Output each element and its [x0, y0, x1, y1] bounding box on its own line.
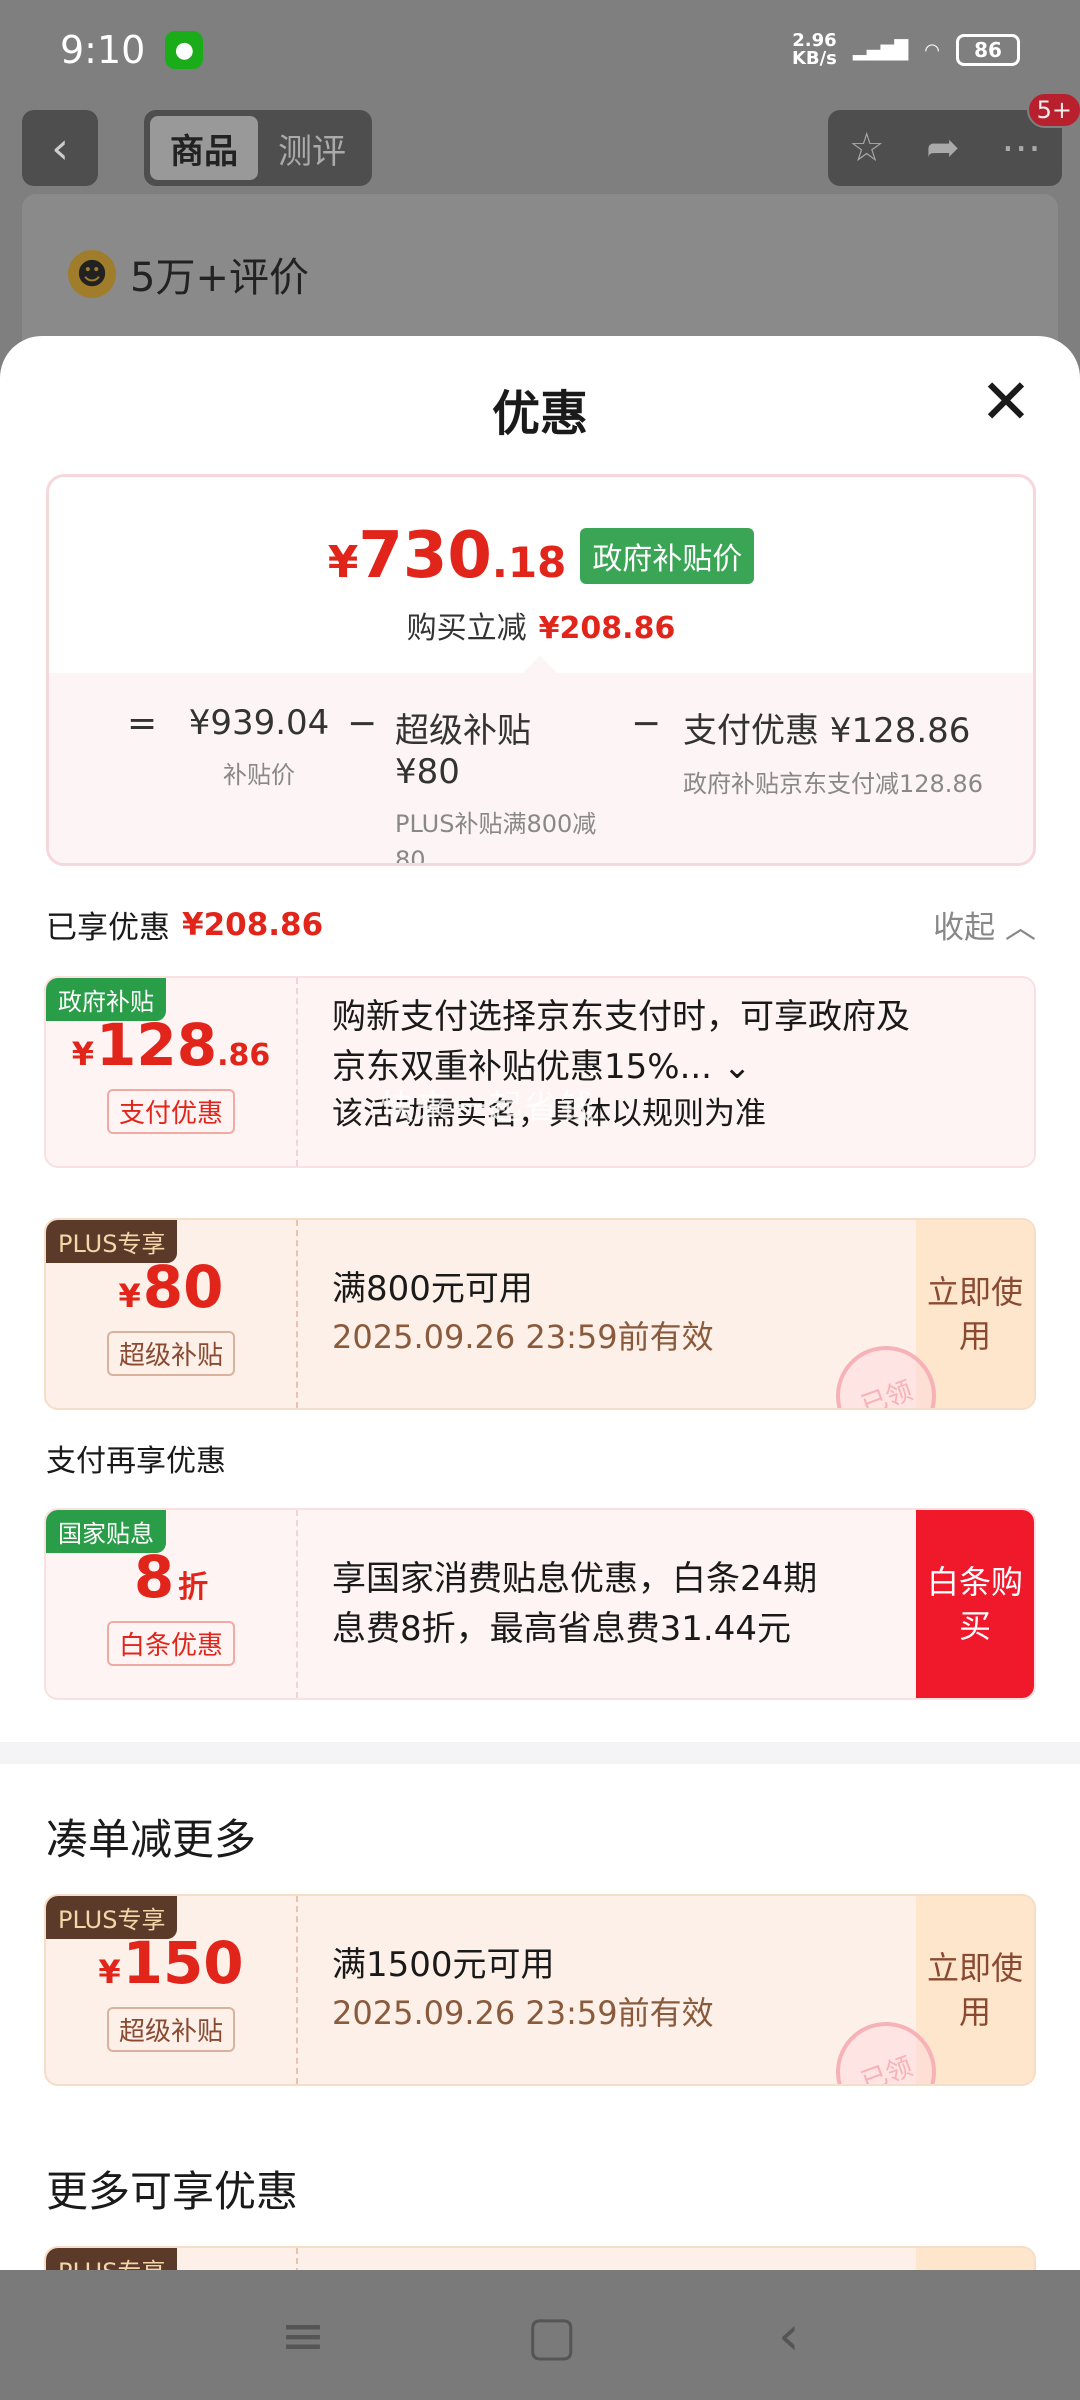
wechat-icon: ●: [165, 31, 204, 69]
enjoyed-discount-row: 已享优惠 ¥208.86 收起 ︿: [46, 902, 1036, 947]
tab-product[interactable]: 商品: [150, 116, 258, 180]
top-nav: ‹ 商品 测评 ☆ ➦ ⋯ 5+: [22, 92, 1080, 186]
message-badge: 5+: [1026, 92, 1080, 128]
formula-super-subsidy: 超级补贴 ¥80 PLUS补贴满800减80: [395, 711, 597, 866]
use-now-button[interactable]: 立即使用: [916, 1220, 1034, 1408]
close-button[interactable]: ✕: [978, 371, 1034, 433]
baitiao-buy-button[interactable]: 白条购买: [916, 1510, 1034, 1698]
use-now-button[interactable]: 立即使用: [916, 1896, 1034, 2084]
coupon-baitiao[interactable]: 国家贴息 8折 白条优惠 享国家消费贴息优惠，白条24期 息费8折，最高省息费3…: [44, 1508, 1036, 1700]
coupon-plus-partial[interactable]: PLUS专享: [44, 2246, 1036, 2270]
nav-actions: ☆ ➦ ⋯ 5+: [828, 92, 1080, 186]
coupon-type-label: 超级补贴: [106, 1330, 235, 1376]
formula-payment-discount: 支付优惠 ¥128.86 政府补贴京东支付减128.86: [683, 711, 983, 798]
tab-review[interactable]: 测评: [258, 116, 366, 180]
minus-sign: −: [631, 703, 662, 744]
back-button[interactable]: ‹: [22, 110, 98, 186]
wifi-icon: ◠: [924, 39, 940, 61]
star-icon[interactable]: ☆: [849, 125, 885, 171]
section-more-offers: 更多可享优惠: [46, 2167, 299, 2216]
coupon-tag: 政府补贴: [46, 978, 166, 1021]
coupon-gov-subsidy[interactable]: 政府补贴 ¥128.86 支付优惠 购新支付选择京东支付时，可享政府及 京东双重…: [44, 976, 1036, 1168]
more-icon[interactable]: ⋯: [1001, 125, 1041, 171]
status-icons: 2.96 KB/s ▂▄▆█ ◠ 86: [792, 32, 1020, 68]
coupon-type-label: 支付优惠: [106, 1088, 235, 1134]
section-divider: [0, 1742, 1080, 1764]
coupon-type-label: 白条优惠: [106, 1620, 235, 1666]
chevron-up-icon: ︿: [1005, 910, 1036, 946]
tab-switcher: 商品 测评: [144, 110, 372, 186]
status-bar: 9:10 ● 2.96 KB/s ▂▄▆█ ◠ 86: [0, 0, 1080, 100]
instant-discount: 购买立减 ¥208.86: [406, 611, 676, 646]
review-count: 5万+评价: [130, 255, 309, 301]
coupon-tag: PLUS专享: [46, 1896, 178, 1939]
system-nav-bar: ≡ ▢ ‹: [0, 2270, 1080, 2400]
menu-icon[interactable]: ≡: [280, 2304, 325, 2367]
sheet-title: 优惠: [491, 386, 588, 442]
pay-more-label: 支付再享优惠: [46, 1444, 226, 1479]
status-time: 9:10: [60, 28, 146, 72]
final-price: ¥730.18: [327, 519, 567, 593]
coupon-plus-80[interactable]: PLUS专享 ¥80 超级补贴 满800元可用 2025.09.26 23:59…: [44, 1218, 1036, 1410]
watermark: 快来一起省钱: [380, 1088, 596, 1128]
share-icon[interactable]: ➦: [926, 125, 960, 171]
price-breakdown-card: ¥730.18 政府补贴价 购买立减 ¥208.86 = ¥939.04 补贴价 …: [46, 474, 1036, 866]
signal-icon: ▂▄▆█: [852, 39, 909, 61]
discount-sheet: 优惠 ✕ ¥730.18 政府补贴价 购买立减 ¥208.86 = ¥939.04…: [0, 336, 1080, 2270]
coupon-tag: PLUS专享: [46, 2248, 178, 2270]
review-summary[interactable]: ☻ 5万+评价: [22, 194, 1058, 354]
collapse-button[interactable]: 收起 ︿: [933, 902, 1036, 947]
coupon-tag: 国家贴息: [46, 1510, 166, 1553]
coupon-plus-150[interactable]: PLUS专享 ¥150 超级补贴 满1500元可用 2025.09.26 23:…: [44, 1894, 1036, 2086]
use-now-button[interactable]: [916, 2248, 1034, 2270]
coupon-tag: PLUS专享: [46, 1220, 178, 1263]
chevron-down-icon[interactable]: ⌄: [723, 1047, 752, 1087]
net-speed: 2.96 KB/s: [791, 30, 837, 69]
coupon-type-label: 超级补贴: [106, 2006, 235, 2052]
gov-subsidy-price-tag: 政府补贴价: [580, 528, 755, 584]
price-formula: = ¥939.04 补贴价 − 超级补贴 ¥80 PLUS补贴满800减80 −…: [49, 673, 1033, 866]
battery-icon: 86: [956, 34, 1020, 66]
home-icon[interactable]: ▢: [526, 2304, 577, 2367]
equals-sign: =: [127, 703, 158, 744]
section-more-discount: 凑单减更多: [46, 1815, 257, 1864]
back-icon[interactable]: ‹: [778, 2304, 800, 2367]
formula-subsidy-price: ¥939.04 补贴价: [188, 703, 330, 789]
sunglasses-emoji-icon: ☻: [68, 250, 116, 298]
minus-sign: −: [347, 703, 378, 744]
